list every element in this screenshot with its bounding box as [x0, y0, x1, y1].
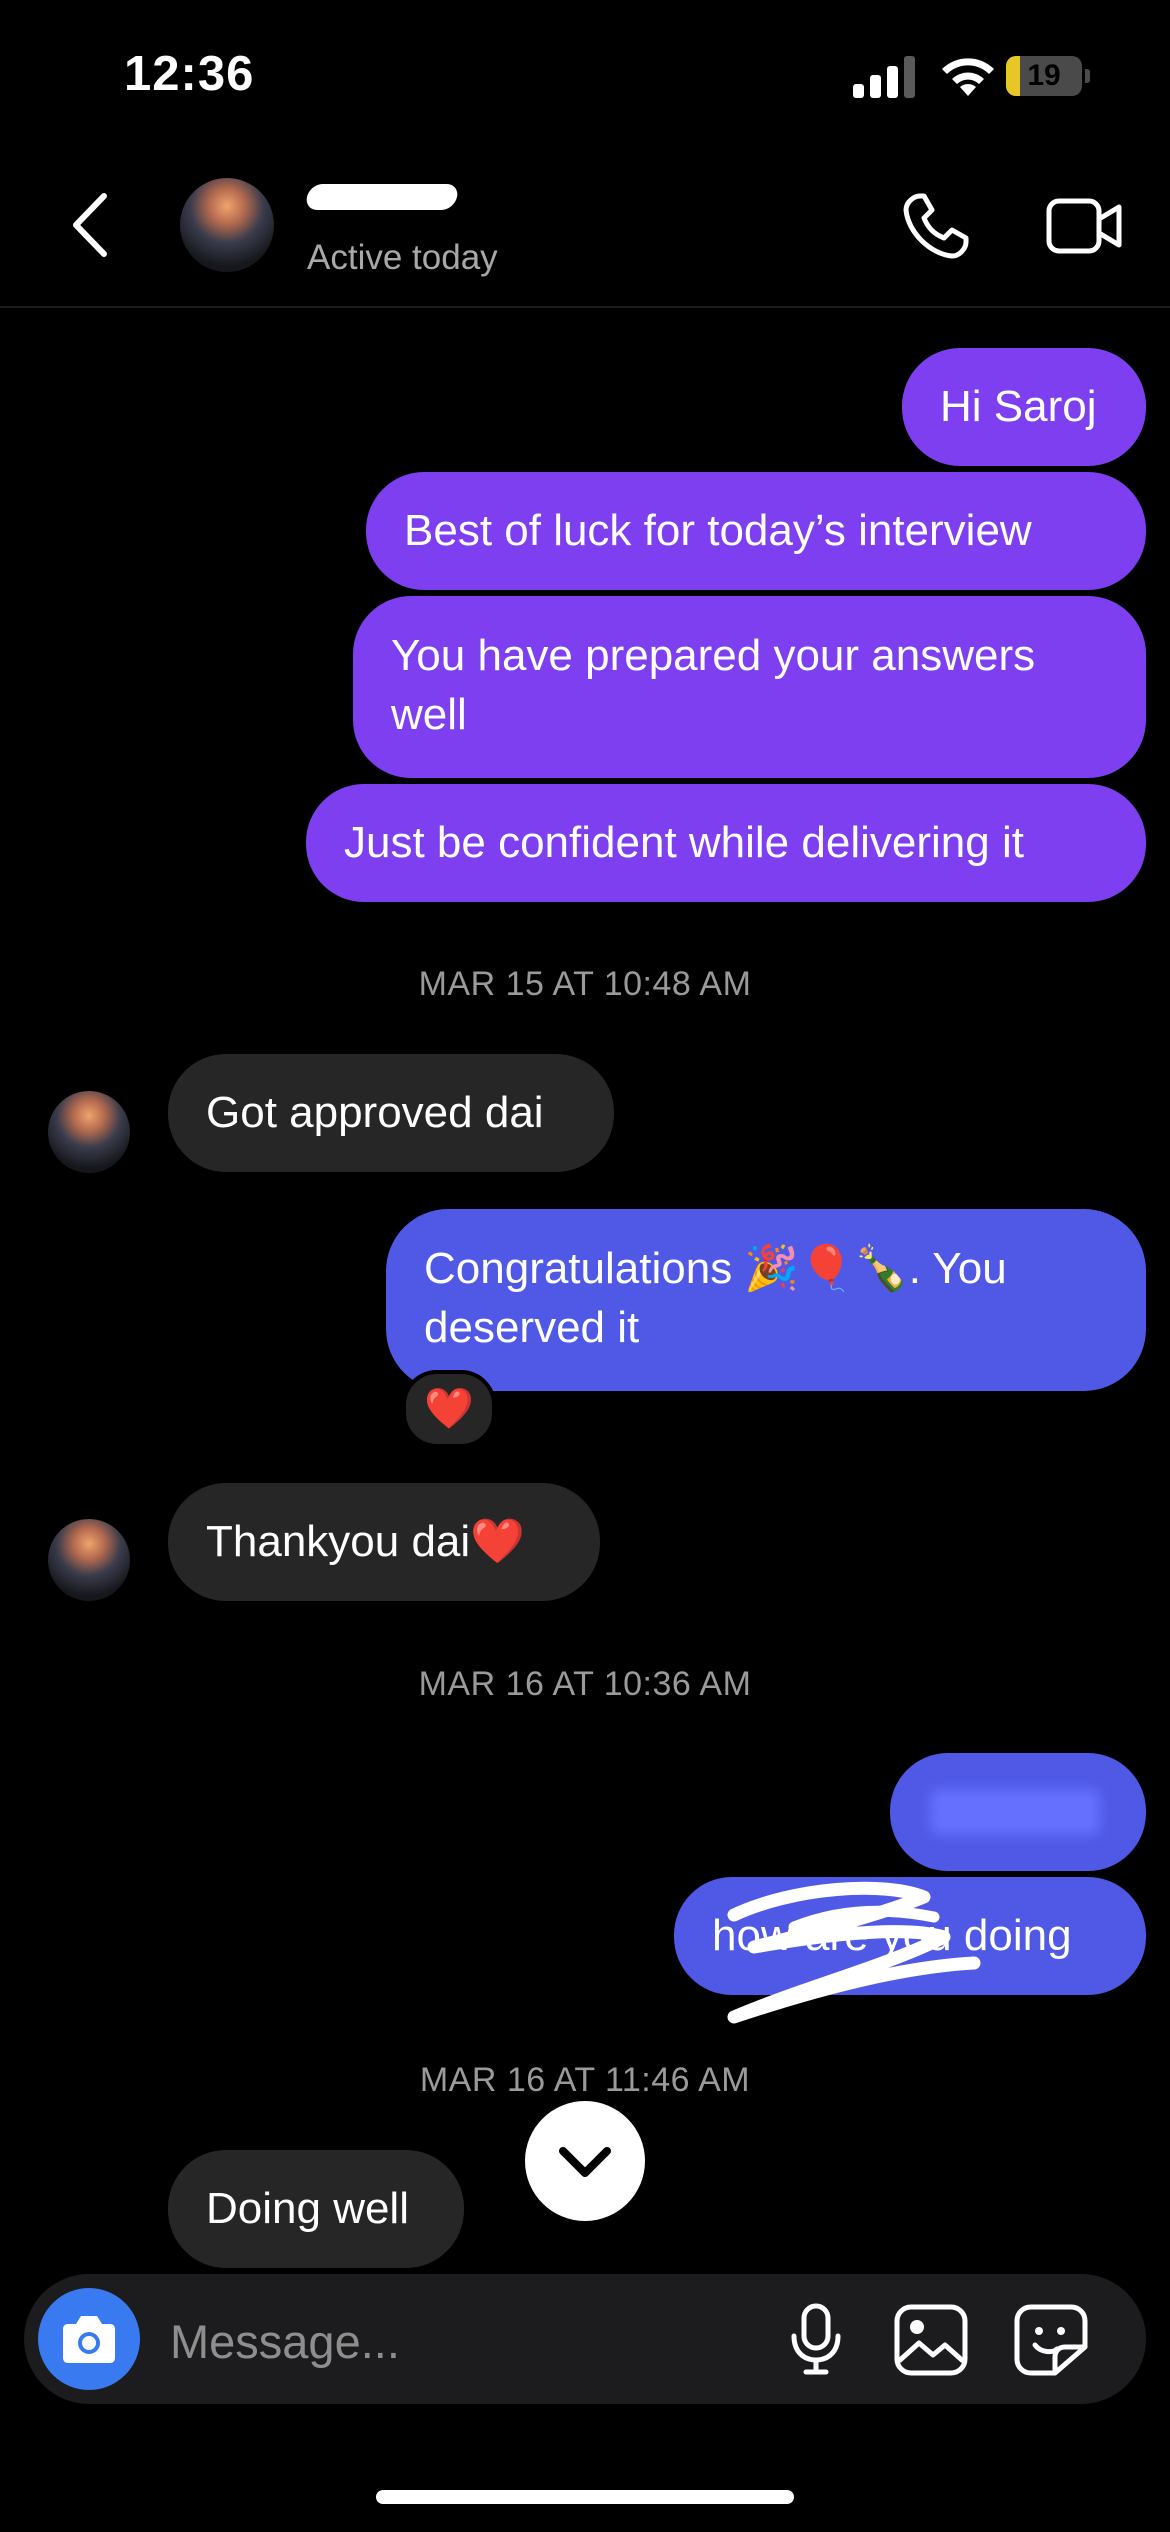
message-text: Doing well	[206, 2184, 409, 2233]
contact-name-redacted[interactable]	[304, 178, 467, 216]
message-text: Congratulations 🎉🎈🍾. You deserved it	[424, 1244, 1007, 1352]
incoming-message[interactable]: Thankyou dai❤️	[168, 1483, 600, 1601]
sender-avatar[interactable]	[48, 1091, 130, 1173]
scroll-to-bottom-button[interactable]	[525, 2101, 645, 2221]
message-text: Got approved dai	[206, 1088, 544, 1137]
camera-button[interactable]	[38, 2288, 140, 2390]
battery-icon: 19	[1006, 56, 1092, 96]
reaction-emoji: ❤️	[424, 1387, 474, 1431]
microphone-icon[interactable]	[788, 2302, 844, 2378]
incoming-message[interactable]: Doing well	[168, 2150, 464, 2268]
contact-avatar[interactable]	[180, 178, 274, 272]
timestamp: MAR 16 AT 10:36 AM	[418, 1665, 752, 1703]
outgoing-message[interactable]: Just be confident while delivering it	[306, 784, 1146, 902]
message-text: Hi Saroj	[940, 382, 1097, 431]
header-divider	[0, 306, 1170, 308]
camera-icon	[63, 2316, 115, 2363]
outgoing-message[interactable]: Congratulations 🎉🎈🍾. You deserved it	[386, 1209, 1146, 1391]
home-indicator[interactable]	[376, 2490, 794, 2504]
message-input[interactable]	[168, 2310, 752, 2372]
active-status: Active today	[307, 238, 498, 277]
back-chevron-icon[interactable]	[66, 190, 116, 260]
timestamp: MAR 15 AT 10:48 AM	[418, 965, 752, 1003]
outgoing-message[interactable]: You have prepared your answers well	[353, 596, 1146, 778]
video-camera-icon[interactable]	[1045, 193, 1123, 259]
message-text: Just be confident while delivering it	[344, 818, 1024, 867]
cellular-signal-icon	[853, 56, 915, 98]
heart-reaction[interactable]: ❤️	[402, 1370, 496, 1448]
phone-icon[interactable]	[900, 190, 972, 262]
message-text: Best of luck for today’s interview	[404, 506, 1032, 555]
timestamp: MAR 16 AT 11:46 AM	[419, 2061, 751, 2099]
redaction-blur	[930, 1789, 1100, 1835]
image-gallery-icon[interactable]	[893, 2303, 969, 2377]
message-text: Thankyou dai❤️	[206, 1517, 525, 1566]
scribble-redaction	[727, 1881, 981, 2024]
sender-avatar[interactable]	[48, 1519, 130, 1601]
wifi-icon	[942, 58, 994, 96]
outgoing-message[interactable]: how are you doing	[674, 1877, 1146, 2024]
outgoing-message[interactable]: Best of luck for today’s interview	[366, 472, 1146, 590]
message-text: You have prepared your answers well	[391, 631, 1036, 739]
outgoing-message[interactable]: Hi Saroj	[902, 348, 1146, 466]
outgoing-message-redacted[interactable]	[890, 1753, 1146, 1871]
incoming-message[interactable]: Got approved dai	[168, 1054, 614, 1172]
chevron-down-icon	[559, 2147, 611, 2177]
battery-level: 19	[1027, 59, 1061, 92]
status-time: 12:36	[124, 47, 255, 101]
sticker-icon[interactable]	[1013, 2303, 1089, 2377]
